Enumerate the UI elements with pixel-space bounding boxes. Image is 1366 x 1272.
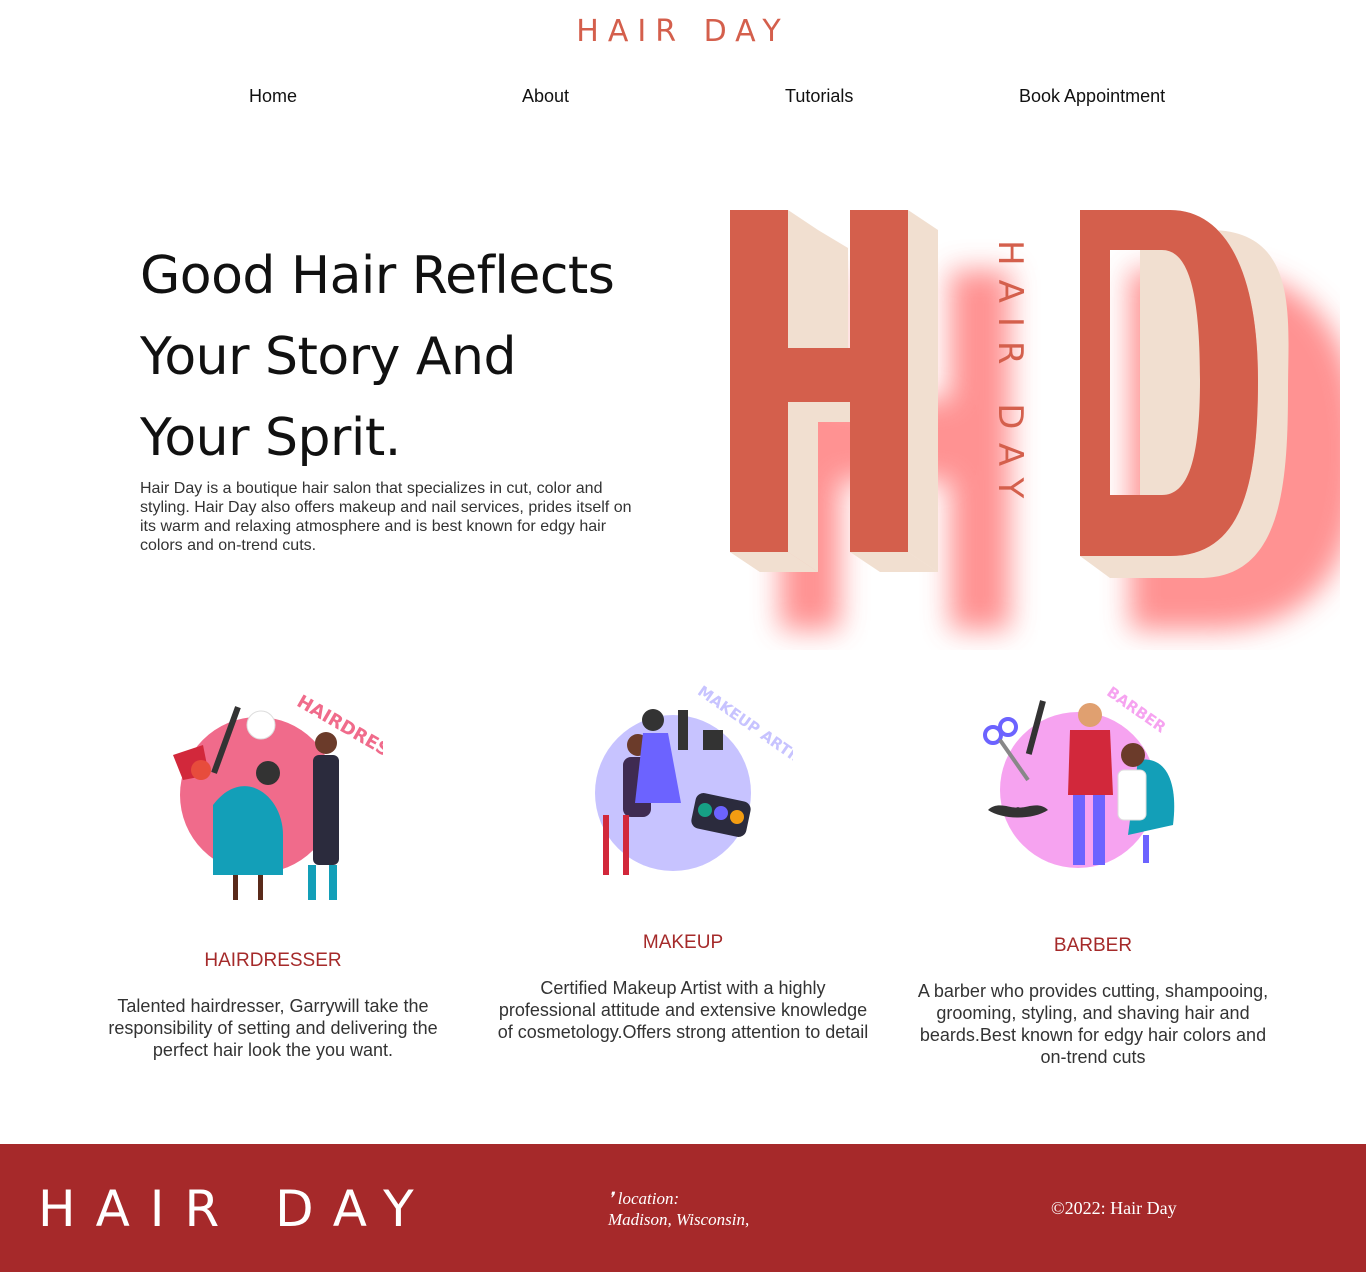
barber-illustration: BARBER: [983, 685, 1175, 868]
logo-vertical-text: HAIR DAY: [990, 240, 1030, 513]
service-title: MAKEUP: [642, 932, 724, 953]
footer-brand: HAIR DAY: [38, 1180, 434, 1238]
service-description: Certified Makeup Artist with a highly pr…: [497, 978, 869, 1042]
makeup-artist-illustration: MAKEUP ARTIST: [595, 685, 793, 875]
hero-title-line: Your Story And: [140, 327, 516, 387]
service-description: A barber who provides cutting, shampooin…: [917, 981, 1269, 1067]
site-footer: HAIR DAY ❜ location: Madison, Wisconsin,…: [0, 1144, 1366, 1272]
service-card-barber: BARBER BARBER A barber who provides cutt…: [903, 680, 1283, 1070]
hero-title: Good Hair Reflects Your Story And Your S…: [140, 236, 680, 479]
site-brand[interactable]: HAIR DAY: [0, 14, 1366, 49]
main-nav: Home About Tutorials Book Appointment: [0, 86, 1366, 110]
location-value: Madison, Wisconsin,: [608, 1210, 750, 1229]
hero-description: Hair Day is a boutique hair salon that s…: [140, 480, 632, 554]
service-description: Talented hairdresser, Garrywill take the…: [108, 996, 438, 1060]
location-pin-icon: ❜: [608, 1189, 614, 1208]
hairdresser-illustration: HAIRDRESSER: [173, 691, 383, 900]
service-card-makeup: MAKEUP ARTIST MAKEUP Certified Makeup Ar…: [493, 680, 873, 1070]
hero-title-line: Good Hair Reflects: [140, 246, 615, 306]
location-label: location:: [617, 1189, 680, 1208]
nav-home[interactable]: Home: [249, 86, 297, 107]
service-title: BARBER: [1053, 935, 1133, 956]
service-card-hairdresser: HAIRDRESSER HAIRDRESSER Talented hairdre…: [83, 680, 463, 1070]
hero-title-line: Your Sprit.: [140, 408, 401, 468]
service-title: HAIRDRESSER: [204, 950, 342, 971]
footer-copyright: ©2022: Hair Day: [1051, 1198, 1177, 1218]
nav-tutorials[interactable]: Tutorials: [785, 86, 853, 107]
nav-book-appointment[interactable]: Book Appointment: [1019, 86, 1165, 107]
footer-location: ❜ location: Madison, Wisconsin,: [608, 1188, 749, 1230]
nav-about[interactable]: About: [522, 86, 569, 107]
